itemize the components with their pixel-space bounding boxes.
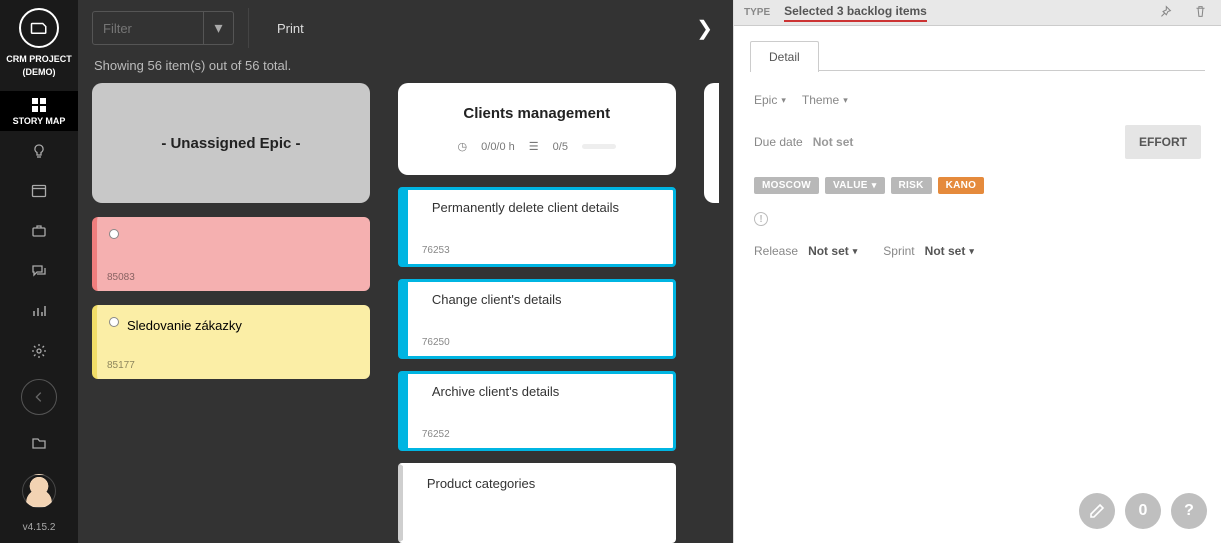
project-sub: (DEMO) <box>23 67 56 77</box>
status-dot <box>109 317 119 327</box>
card-id: 85177 <box>107 360 135 371</box>
clock-icon: ◷ <box>458 140 468 153</box>
tab-detail[interactable]: Detail <box>750 41 819 72</box>
edit-fab[interactable] <box>1079 493 1115 529</box>
story-id: 76252 <box>422 429 450 440</box>
sprint-dropdown[interactable]: Not set ▾ <box>925 244 974 258</box>
theme-dropdown[interactable]: Theme▾ <box>802 93 848 107</box>
story-76253[interactable]: Permanently delete client details 76253 <box>398 187 676 267</box>
epic-count: 0/5 <box>553 141 568 153</box>
story-id: 76250 <box>422 337 450 348</box>
effort-button[interactable]: EFFORT <box>1125 125 1201 159</box>
nav-story-map-label: STORY MAP <box>13 116 66 126</box>
filter-dropdown[interactable]: ▾ <box>203 12 233 44</box>
separator <box>248 8 249 48</box>
nav-browser[interactable] <box>0 171 78 211</box>
warning-icon: ! <box>754 212 768 226</box>
nav-chat[interactable] <box>0 251 78 291</box>
release-dropdown[interactable]: Not set ▾ <box>808 244 857 258</box>
next-column-peek[interactable] <box>704 83 719 203</box>
project-name: CRM PROJECT <box>6 54 72 65</box>
story-id: 76253 <box>422 245 450 256</box>
epic-clients-title: Clients management <box>463 105 610 122</box>
progress-bar <box>582 144 616 149</box>
detail-selection-text: Selected 3 backlog items <box>784 4 927 22</box>
nav-settings[interactable] <box>0 331 78 371</box>
filter-input[interactable] <box>93 12 203 44</box>
chevron-down-icon: ▾ <box>781 95 786 106</box>
nav-collapse-button[interactable] <box>21 379 57 415</box>
story-title: Change client's details <box>432 292 562 307</box>
print-button[interactable]: Print <box>263 13 318 44</box>
filter-box: ▾ <box>92 11 234 45</box>
nav-ideas[interactable] <box>0 131 78 171</box>
epic-clients-header[interactable]: Clients management ◷ 0/0/0 h ☰ 0/5 <box>398 83 676 175</box>
epic-unassigned-title: - Unassigned Epic - <box>161 135 300 152</box>
pill-risk[interactable]: RISK <box>891 177 932 194</box>
epic-unassigned-header[interactable]: - Unassigned Epic - <box>92 83 370 203</box>
sprint-label: Sprint <box>883 244 914 258</box>
story-76255[interactable]: Product categories <box>398 463 676 543</box>
card-85177[interactable]: Sledovanie zákazky 85177 <box>92 305 370 379</box>
story-title: Permanently delete client details <box>432 200 619 215</box>
project-logo[interactable] <box>19 8 59 48</box>
nav-briefcase[interactable] <box>0 211 78 251</box>
story-title: Product categories <box>427 476 535 491</box>
detail-type-label: TYPE <box>744 7 770 18</box>
pill-value[interactable]: VALUE▾ <box>825 177 884 194</box>
nav-reports[interactable] <box>0 291 78 331</box>
status-dot <box>109 229 119 239</box>
release-label: Release <box>754 244 798 258</box>
chevron-down-icon: ▾ <box>843 95 848 106</box>
count-fab[interactable]: 0 <box>1125 493 1161 529</box>
story-title: Archive client's details <box>432 384 559 399</box>
pill-moscow[interactable]: MOSCOW <box>754 177 819 194</box>
card-85083[interactable]: 85083 <box>92 217 370 291</box>
card-id: 85083 <box>107 272 135 283</box>
app-version: v4.15.2 <box>23 522 56 533</box>
card-title: Sledovanie zákazky <box>127 317 242 335</box>
expand-panel-button[interactable]: ❯ <box>690 10 719 47</box>
nav-story-map[interactable]: STORY MAP <box>0 91 78 131</box>
epic-time: 0/0/0 h <box>481 141 515 153</box>
due-date-label: Due date <box>754 135 803 149</box>
trash-icon[interactable] <box>1190 5 1211 21</box>
due-date-value[interactable]: Not set <box>813 135 854 149</box>
chevron-down-icon: ▾ <box>969 246 974 257</box>
pin-icon[interactable] <box>1155 5 1176 21</box>
pill-kano[interactable]: KANO <box>938 177 985 194</box>
story-76250[interactable]: Change client's details 76250 <box>398 279 676 359</box>
list-icon: ☰ <box>529 140 539 153</box>
nav-folder[interactable] <box>0 423 78 463</box>
user-avatar[interactable] <box>22 474 56 508</box>
epic-dropdown[interactable]: Epic▾ <box>754 93 786 107</box>
story-76252[interactable]: Archive client's details 76252 <box>398 371 676 451</box>
chevron-down-icon: ▾ <box>872 180 877 191</box>
help-fab[interactable]: ? <box>1171 493 1207 529</box>
results-count: Showing 56 item(s) out of 56 total. <box>78 56 733 83</box>
chevron-down-icon: ▾ <box>853 246 858 257</box>
